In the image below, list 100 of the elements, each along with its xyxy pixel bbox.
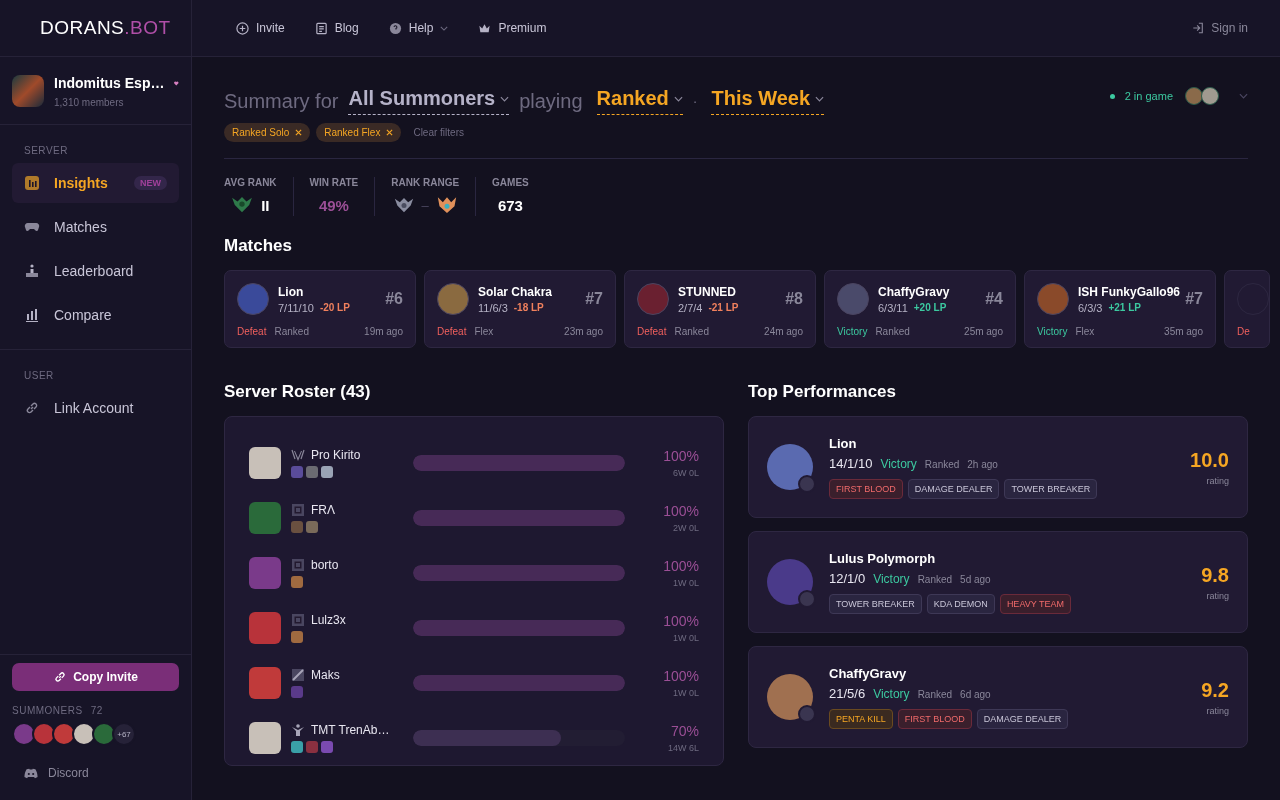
link-icon: [24, 400, 40, 416]
win-rate: 100%: [663, 502, 699, 519]
period-dropdown[interactable]: This Week: [711, 87, 825, 115]
placement: #7: [1185, 290, 1203, 308]
discord-link[interactable]: Discord: [12, 766, 179, 780]
close-icon[interactable]: [295, 129, 303, 136]
role-badge: [798, 475, 816, 493]
kda: 14/1/10: [829, 455, 873, 471]
lp-change: -20 LP: [319, 301, 350, 314]
podium-icon: [24, 263, 40, 279]
sidebar-item[interactable]: Leaderboard: [12, 251, 179, 291]
stat-value: –: [421, 197, 429, 213]
queue-type: Flex: [1075, 326, 1095, 337]
nav-link[interactable]: Invite: [236, 21, 285, 35]
profile-picture: [249, 446, 281, 479]
rating-score: 9.8: [1201, 563, 1229, 587]
win-loss-record: 1W 0L: [673, 687, 699, 698]
nav-link[interactable]: Help: [388, 21, 449, 35]
clear-filters-link[interactable]: Clear filters: [413, 127, 464, 138]
time-ago: 2h ago: [967, 458, 998, 470]
queue-type: Ranked: [674, 326, 709, 337]
queue-type: Ranked: [917, 573, 953, 585]
profile-picture: [249, 721, 281, 754]
plus-circle-icon: [236, 21, 249, 35]
nav-link[interactable]: Premium: [478, 21, 547, 35]
close-icon[interactable]: [386, 129, 394, 136]
achievement-tag: FIRST BLOOD: [897, 708, 972, 729]
profile-picture: [249, 611, 281, 644]
more-count[interactable]: +67: [112, 722, 136, 746]
rank-icon: [291, 722, 305, 737]
emblem-icon: [231, 196, 254, 214]
summoner-name[interactable]: borto: [311, 557, 339, 572]
match-result: Victory: [837, 326, 868, 337]
win-rate: 100%: [663, 612, 699, 629]
match-card[interactable]: STUNNED 2/7/4 -21 LP #8 Defeat Ranked 24m ago: [624, 270, 816, 348]
sidebar-item[interactable]: Insights NEW: [12, 163, 179, 203]
time-ago: 35m ago: [1164, 326, 1203, 337]
performance-card[interactable]: Lion 14/1/10 Victory Ranked 2h ago FIRST BLOOD DAMAGE DEALER TOWER BREAKER 10.0 rating: [748, 416, 1248, 518]
win-rate: 100%: [663, 447, 699, 464]
sign-in-link[interactable]: Sign in: [1192, 21, 1248, 35]
avatar[interactable]: [52, 722, 76, 746]
sidebar-item[interactable]: Link Account: [12, 388, 179, 428]
summoner-dropdown[interactable]: All Summoners: [348, 87, 510, 115]
match-card[interactable]: De: [1224, 270, 1270, 348]
rank-icon: [291, 557, 305, 572]
queue-type: Ranked: [917, 688, 953, 700]
match-card[interactable]: Solar Chakra 11/6/3 -18 LP #7 Defeat Flex 23m ago: [424, 270, 616, 348]
champion-portrait: [237, 283, 269, 315]
champion-portrait: [437, 283, 469, 315]
queue-dropdown[interactable]: Ranked: [596, 87, 683, 115]
stat-label: WIN RATE: [309, 177, 359, 188]
player-name: ChaffyGravy: [829, 665, 908, 681]
rating-score: 9.2: [1201, 678, 1229, 702]
filter-chip[interactable]: Ranked Flex: [316, 123, 402, 142]
emblem-icon: [436, 195, 457, 215]
match-result: Defeat: [437, 326, 467, 337]
profile-picture: [249, 666, 281, 699]
match-card[interactable]: Lion 7/11/10 -20 LP #6 Defeat Ranked 19m ago: [224, 270, 416, 348]
win-rate: 100%: [663, 667, 699, 684]
match-result: Victory: [1037, 326, 1068, 337]
champion-portrait: [767, 444, 813, 490]
member-count: 1,310 members: [54, 97, 125, 108]
player-name: STUNNED: [678, 284, 737, 299]
champion-portrait: [1037, 283, 1069, 315]
stat-label: GAMES: [492, 177, 529, 188]
new-badge: NEW: [134, 176, 167, 190]
kda: 2/7/4: [678, 301, 703, 314]
summoner-name[interactable]: Pro Kirito: [311, 447, 361, 462]
sidebar-item[interactable]: Compare: [12, 295, 179, 335]
sign-in-icon: [1192, 22, 1205, 34]
match-card[interactable]: ChaffyGravy 6/3/11 +20 LP #4 Victory Ranked 25m ago: [824, 270, 1016, 348]
time-ago: 5d ago: [960, 573, 991, 585]
avatar[interactable]: [72, 722, 96, 746]
caret-icon: [673, 95, 683, 102]
placement: #4: [985, 290, 1003, 308]
performance-card[interactable]: Lulus Polymorph 12/1/0 Victory Ranked 5d ago TOWER BREAKER KDA DEMON HEAVY TEAM 9.8 rating: [748, 531, 1248, 633]
summoner-name[interactable]: Maks: [311, 667, 340, 682]
summary-text: Summary for: [224, 89, 339, 113]
match-result: Victory: [873, 571, 910, 586]
document-icon: [314, 21, 328, 35]
champion-portrait: [767, 674, 813, 720]
role-badge: [798, 590, 816, 608]
performance-card[interactable]: ChaffyGravy 21/5/6 Victory Ranked 6d ago PENTA KILL FIRST BLOOD DAMAGE DEALER 9.2 rating: [748, 646, 1248, 748]
nav-link[interactable]: Blog: [314, 21, 359, 35]
achievement-tag: PENTA KILL: [829, 708, 893, 729]
summoner-name[interactable]: Lulz3x: [311, 612, 346, 627]
summoner-name[interactable]: TMT TrenAb…: [311, 722, 390, 737]
in-game-count[interactable]: 2 in game: [1124, 90, 1173, 102]
achievement-tag: HEAVY TEAM: [999, 593, 1071, 614]
copy-invite-button[interactable]: Copy Invite: [12, 663, 179, 691]
filter-chip[interactable]: Ranked Solo: [224, 123, 311, 142]
logo[interactable]: DORANS.BOT: [40, 17, 171, 39]
summoner-name[interactable]: FRΛ: [311, 502, 335, 517]
status-dot: [1109, 93, 1115, 99]
player-name: Lion: [829, 435, 858, 451]
lp-change: -21 LP: [708, 301, 739, 314]
avatar[interactable]: [1201, 87, 1219, 105]
sidebar-item[interactable]: Matches: [12, 207, 179, 247]
match-result: Victory: [873, 686, 910, 701]
caret-icon: [815, 95, 825, 102]
